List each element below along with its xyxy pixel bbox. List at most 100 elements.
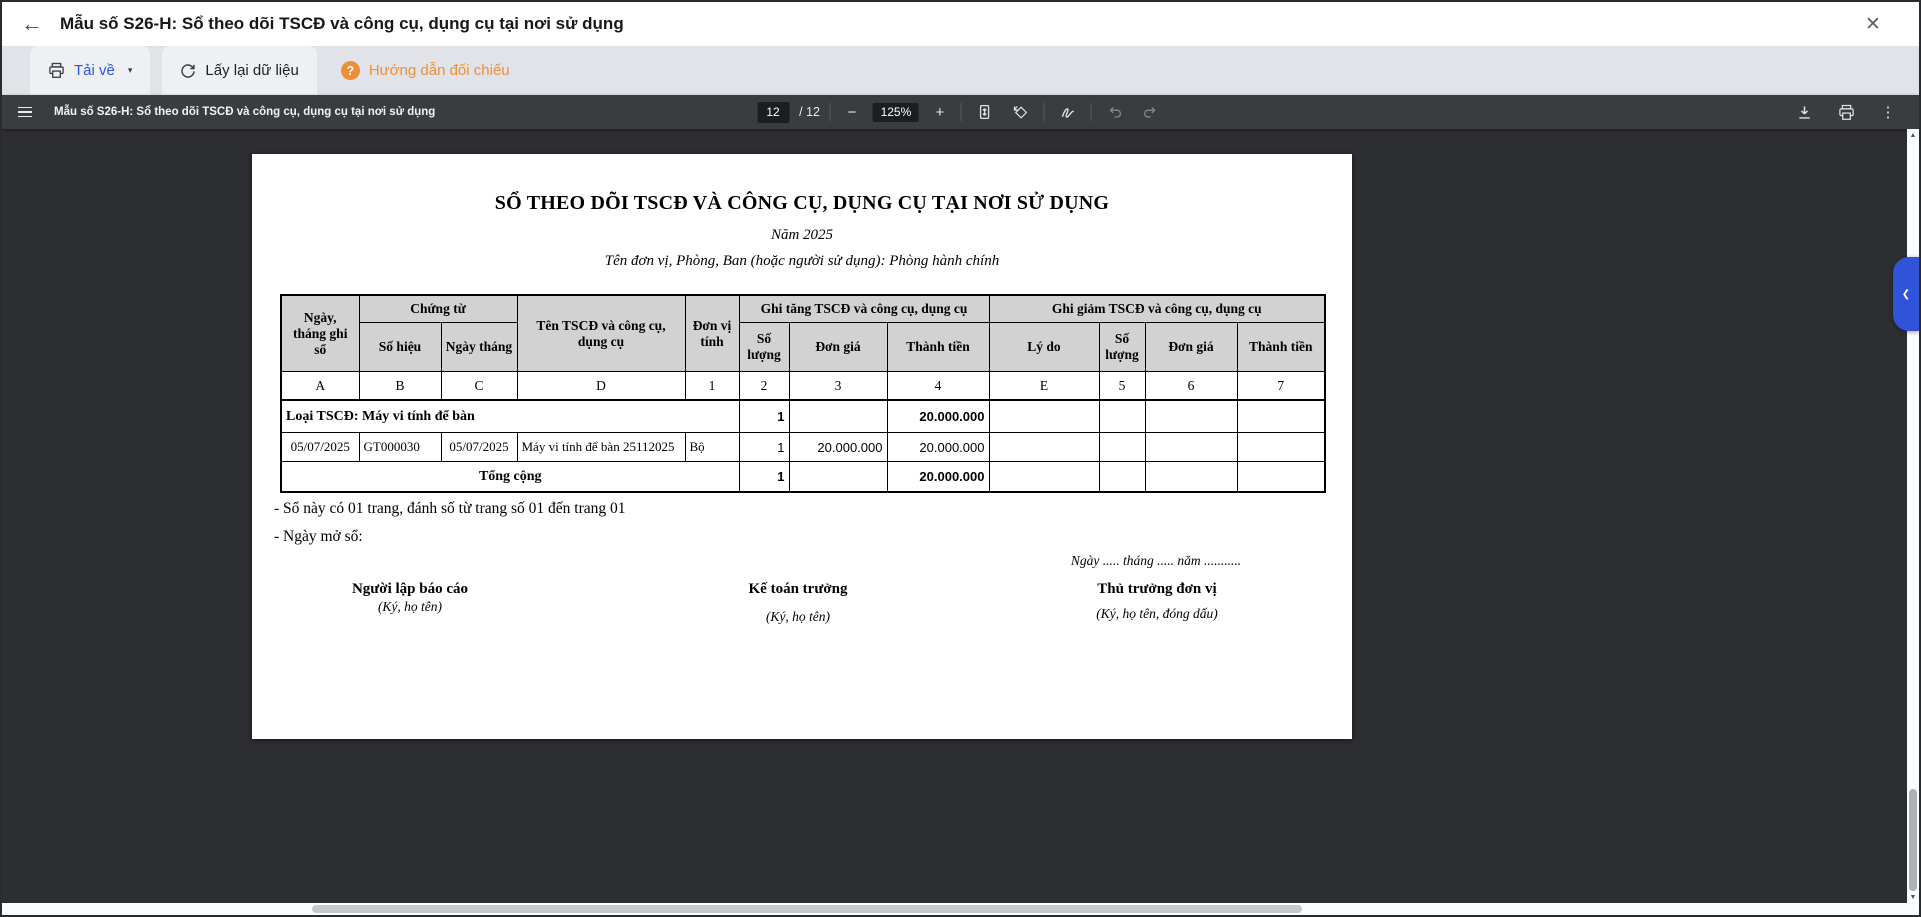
- zoom-level-value: 125%: [873, 103, 919, 122]
- refresh-data-button[interactable]: Lấy lại dữ liệu: [162, 46, 316, 95]
- empty-cell: [1237, 400, 1325, 433]
- signature-title: Kế toán trưởng: [648, 581, 948, 598]
- empty-cell: [1145, 462, 1237, 493]
- col-code: 1: [685, 372, 739, 401]
- document-page: SỔ THEO DÕI TSCĐ VÀ CÔNG CỤ, DỤNG CỤ TẠI…: [252, 154, 1352, 739]
- cell-doc-no: GT000030: [359, 433, 441, 462]
- signature-title: Thủ trưởng đơn vị: [1007, 581, 1307, 598]
- more-options-kebab-icon[interactable]: ⋮: [1875, 99, 1901, 125]
- col-code: 4: [887, 372, 989, 401]
- app-toolbar: Tải về ▾ Lấy lại dữ liệu ? Hướng dẫn đối…: [2, 46, 1919, 95]
- asset-data-row: 05/07/2025 GT000030 05/07/2025 Máy vi tí…: [281, 433, 1325, 462]
- empty-cell: [1145, 400, 1237, 433]
- note-open-date: - Ngày mở sổ:: [274, 523, 626, 551]
- col-code: 3: [789, 372, 887, 401]
- signature-note: (Ký, họ tên): [648, 609, 948, 625]
- empty-cell: [1099, 400, 1145, 433]
- toolbar-separator: [830, 103, 831, 121]
- pdf-viewport: SỔ THEO DÕI TSCĐ VÀ CÔNG CỤ, DỤNG CỤ TẠI…: [2, 129, 1919, 915]
- collapse-panel-tab[interactable]: ❮: [1893, 257, 1919, 331]
- fit-page-icon[interactable]: [972, 99, 998, 125]
- page-count-label: / 12: [799, 105, 820, 119]
- vertical-scrollbar[interactable]: ▲ ▼: [1907, 129, 1919, 903]
- document-notes: - Sổ này có 01 trang, đánh số từ trang s…: [274, 495, 626, 551]
- caret-down-icon: ▾: [128, 65, 133, 76]
- close-button[interactable]: ✕: [1853, 4, 1893, 44]
- empty-cell: [1145, 433, 1237, 462]
- col-code: 5: [1099, 372, 1145, 401]
- download-button[interactable]: Tải về ▾: [30, 46, 150, 95]
- undo-icon[interactable]: [1102, 99, 1128, 125]
- horizontal-scrollbar[interactable]: [2, 903, 1919, 915]
- cell-quantity: 1: [739, 433, 789, 462]
- close-icon: ✕: [1865, 13, 1881, 36]
- col-header-asset-name: Tên TSCĐ và công cụ, dụng cụ: [517, 295, 685, 372]
- col-header-price-dec: Đơn giá: [1145, 323, 1237, 372]
- document-unit-line: Tên đơn vị, Phòng, Ban (hoặc người sử dụ…: [252, 253, 1352, 270]
- document-title: SỔ THEO DÕI TSCĐ VÀ CÔNG CỤ, DỤNG CỤ TẠI…: [252, 192, 1352, 215]
- redo-icon[interactable]: [1138, 99, 1164, 125]
- guide-link[interactable]: ? Hướng dẫn đối chiếu: [323, 46, 528, 95]
- col-group-decrease: Ghi giảm TSCĐ và công cụ, dụng cụ: [989, 295, 1325, 323]
- print-icon[interactable]: [1833, 99, 1859, 125]
- rotate-page-icon[interactable]: [1008, 99, 1034, 125]
- back-button[interactable]: ←: [12, 4, 52, 44]
- col-header-qty-dec: Số lượng: [1099, 323, 1145, 372]
- cell-unit: Bộ: [685, 433, 739, 462]
- vertical-scroll-thumb[interactable]: [1909, 789, 1917, 891]
- pdf-toolbar: Mẫu số S26-H: Sổ theo dõi TSCĐ và công c…: [2, 95, 1919, 129]
- asset-tracking-table: Ngày, tháng ghi sổ Chứng từ Tên TSCĐ và …: [280, 294, 1326, 493]
- refresh-icon: [180, 63, 196, 79]
- total-label: Tổng cộng: [281, 462, 739, 493]
- cell-date: 05/07/2025: [281, 433, 359, 462]
- toolbar-separator: [1091, 103, 1092, 121]
- category-label: Loại TSCĐ: Máy vi tính để bàn: [281, 400, 739, 433]
- empty-cell: [989, 462, 1099, 493]
- signature-block-unit-head: Thủ trưởng đơn vị (Ký, họ tên, đóng dấu): [1007, 581, 1307, 622]
- document-year-line: Năm 2025: [252, 227, 1352, 244]
- col-code: 2: [739, 372, 789, 401]
- horizontal-scroll-thumb[interactable]: [312, 905, 1302, 913]
- scroll-up-arrow-icon[interactable]: ▲: [1907, 129, 1919, 141]
- pdf-toolbar-right: ⋮: [1791, 99, 1901, 125]
- chevron-left-icon: ❮: [1902, 289, 1910, 300]
- question-badge-icon: ?: [341, 61, 360, 80]
- window-title: Mẫu số S26-H: Sổ theo dõi TSCĐ và công c…: [60, 14, 1853, 34]
- empty-cell: [1099, 433, 1145, 462]
- signature-block-chief-accountant: Kế toán trưởng (Ký, họ tên): [648, 581, 948, 625]
- page-number-input[interactable]: [757, 102, 789, 123]
- col-group-increase: Ghi tăng TSCĐ và công cụ, dụng cụ: [739, 295, 989, 323]
- menu-hamburger-icon[interactable]: [8, 95, 42, 129]
- col-header-amount-inc: Thành tiền: [887, 323, 989, 372]
- total-amount: 20.000.000: [887, 462, 989, 493]
- category-quantity: 1: [739, 400, 789, 433]
- empty-cell: [1237, 433, 1325, 462]
- pdf-page-controls: / 12 − 125% +: [757, 95, 1164, 129]
- signature-row: Người lập báo cáo (Ký, họ tên) Kế toán t…: [252, 581, 1352, 661]
- total-quantity: 1: [739, 462, 789, 493]
- col-header-amount-dec: Thành tiền: [1237, 323, 1325, 372]
- col-header-reason: Lý do: [989, 323, 1099, 372]
- annotate-pen-icon[interactable]: [1055, 99, 1081, 125]
- pdf-document-title: Mẫu số S26-H: Sổ theo dõi TSCĐ và công c…: [54, 106, 435, 118]
- signature-date-line: Ngày ..... tháng ..... năm ...........: [1004, 553, 1308, 569]
- download-label: Tải về: [74, 62, 115, 79]
- signature-title: Người lập báo cáo: [260, 581, 560, 598]
- scroll-down-arrow-icon[interactable]: ▼: [1907, 891, 1919, 903]
- col-code: 7: [1237, 372, 1325, 401]
- form-preview-window: ← Mẫu số S26-H: Sổ theo dõi TSCĐ và công…: [0, 0, 1921, 917]
- cell-asset-name: Máy vi tính để bàn 25112025: [517, 433, 685, 462]
- toolbar-separator: [961, 103, 962, 121]
- total-row: Tổng cộng 1 20.000.000: [281, 462, 1325, 493]
- printer-icon: [48, 62, 65, 79]
- zoom-in-button[interactable]: +: [929, 101, 951, 123]
- empty-cell: [989, 433, 1099, 462]
- col-group-voucher: Chứng từ: [359, 295, 517, 323]
- col-header-doc-no: Số hiệu: [359, 323, 441, 372]
- zoom-out-button[interactable]: −: [841, 101, 863, 123]
- window-header: ← Mẫu số S26-H: Sổ theo dõi TSCĐ và công…: [2, 2, 1919, 46]
- signature-block-preparer: Người lập báo cáo (Ký, họ tên): [260, 581, 560, 615]
- download-file-icon[interactable]: [1791, 99, 1817, 125]
- signature-note: (Ký, họ tên): [260, 599, 560, 615]
- empty-cell: [1099, 462, 1145, 493]
